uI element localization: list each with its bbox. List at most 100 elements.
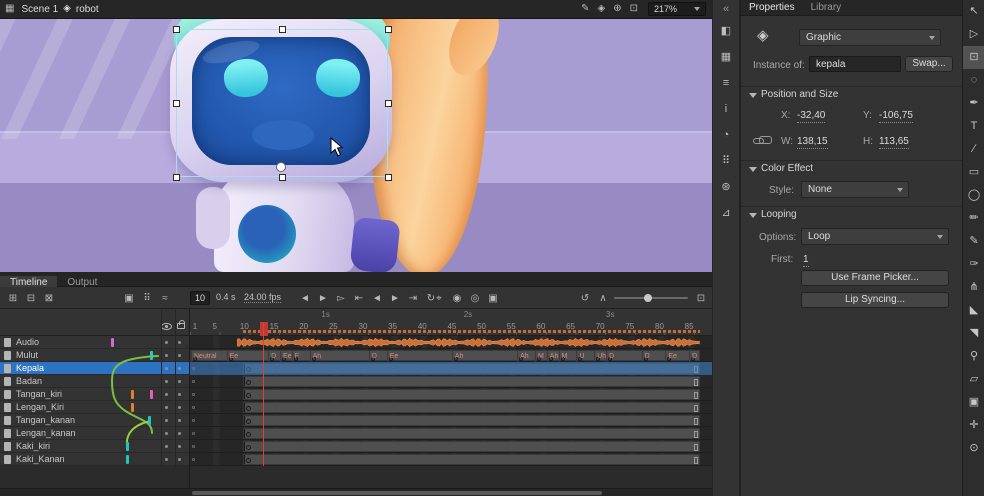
layer-lock-dot[interactable] (178, 367, 181, 370)
step-back-button[interactable]: ◄ (298, 293, 312, 304)
mouth-keyframe[interactable]: D (268, 351, 269, 362)
zoom-tool[interactable]: ⊙ (963, 437, 984, 460)
graph-view-icon[interactable]: ≈ (158, 293, 172, 304)
play-range-button[interactable]: ► (388, 293, 402, 304)
use-frame-picker-button[interactable]: Use Frame Picker... (801, 270, 949, 286)
mouth-keyframe[interactable]: D (606, 351, 607, 362)
playhead-head[interactable] (260, 322, 268, 336)
mouth-keyframe[interactable]: Ee (280, 351, 281, 362)
layer-track-tangan_kiri[interactable] (190, 388, 712, 401)
transform-handle-e[interactable] (385, 100, 392, 107)
eyedropper-tool[interactable]: ⚲ (963, 345, 984, 368)
scene-clapper-icon[interactable]: ▦ (5, 0, 14, 18)
camera-toggle-icon[interactable]: ▣ (122, 293, 136, 304)
swap-button[interactable]: Swap... (905, 56, 953, 72)
mouth-keyframe[interactable]: D (642, 351, 643, 362)
layer-track-kaki_kanan[interactable] (190, 453, 712, 466)
lip-syncing-button[interactable]: Lip Syncing... (801, 292, 949, 308)
position-size-section-header[interactable]: Position and Size (741, 86, 962, 102)
oval-tool[interactable]: ◯ (963, 184, 984, 207)
fit-frames-button[interactable]: ⊡ (694, 293, 708, 304)
align-panel-icon[interactable]: ≡ (716, 73, 736, 93)
edit-symbols-icon[interactable]: ◈ (598, 0, 606, 18)
line-tool[interactable]: ∕ (963, 138, 984, 161)
mouth-keyframe[interactable]: Ee (665, 351, 666, 362)
layer-track-lengan_kiri[interactable] (190, 401, 712, 414)
mouth-keyframe[interactable]: U (576, 351, 577, 362)
new-layer-button[interactable]: ⊞ (6, 293, 20, 304)
zoom-out-button[interactable]: ∧ (596, 293, 610, 304)
mouth-keyframe[interactable]: Ah (547, 351, 548, 362)
current-frame-box[interactable]: 10 (190, 291, 210, 305)
mouth-keyframe[interactable]: D (689, 351, 690, 362)
layer-visibility-dot[interactable] (165, 380, 168, 383)
w-value[interactable]: 138,15 (797, 136, 828, 149)
layer-visibility-dot[interactable] (165, 406, 168, 409)
stats-panel-icon[interactable]: ⊿ (716, 203, 736, 223)
mouth-keyframe[interactable]: Ah (452, 351, 453, 362)
layer-track-mulut[interactable]: NeutralEeDEeFAhDEeAhAhMAhMUUhDDEeD (190, 349, 712, 362)
text-tool[interactable]: T (963, 115, 984, 138)
timeline-frames-area[interactable]: 1s2s3s1510152025303540455055606570758085… (190, 309, 712, 466)
zoom-slider-thumb[interactable] (644, 294, 652, 302)
layer-lock-dot[interactable] (178, 419, 181, 422)
mouth-keyframe[interactable]: F (292, 351, 293, 362)
layer-visibility-dot[interactable] (165, 432, 168, 435)
timeline-ruler[interactable]: 1s2s3s1510152025303540455055606570758085 (190, 309, 712, 336)
layer-lock-dot[interactable] (178, 406, 181, 409)
onion-outline-button[interactable]: ◎ (468, 293, 482, 304)
zoom-select[interactable]: 217% (648, 2, 706, 16)
eye-column-icon[interactable] (161, 323, 172, 330)
free-transform-tool[interactable]: ⊡ (963, 46, 984, 69)
rectangle-tool[interactable]: ▭ (963, 161, 984, 184)
edit-multiple-frames-button[interactable]: ▣ (486, 293, 500, 304)
transform-point[interactable] (276, 162, 286, 172)
tab-properties[interactable]: Properties (741, 0, 803, 16)
new-folder-button[interactable]: ⊟ (24, 293, 38, 304)
brush-tool[interactable]: ✎ (963, 230, 984, 253)
playhead[interactable] (263, 322, 264, 466)
mouth-keyframe[interactable]: Ee (227, 351, 228, 362)
reset-timeline-zoom-button[interactable]: ↺ (578, 293, 592, 304)
timeline-zoom-slider[interactable] (614, 297, 688, 299)
stage-canvas[interactable] (0, 19, 712, 272)
transform-handle-s[interactable] (279, 174, 286, 181)
layer-lock-dot[interactable] (178, 445, 181, 448)
collapse-panels-icon[interactable]: « (716, 3, 736, 15)
layer-track-kaki_kiri[interactable] (190, 440, 712, 453)
world-panel-icon[interactable]: ⊛ (716, 177, 736, 197)
x-value[interactable]: -32,40 (797, 110, 825, 123)
constrain-link-icon[interactable] (753, 138, 764, 144)
mouth-keyframe[interactable]: D (369, 351, 370, 362)
mouth-keyframe[interactable]: Uh (594, 351, 595, 362)
symbol-breadcrumb[interactable]: robot (76, 4, 99, 15)
loop-options-select[interactable]: Loop (801, 228, 949, 245)
layer-track-lengan_kanan[interactable] (190, 427, 712, 440)
layer-visibility-dot[interactable] (165, 354, 168, 357)
looping-section-header[interactable]: Looping (741, 206, 962, 222)
parenting-view-icon[interactable]: ⠿ (140, 293, 154, 304)
snippets-panel-icon[interactable]: ⠿ (716, 151, 736, 171)
scrollbar-thumb[interactable] (192, 491, 602, 495)
go-last-frame-button[interactable]: ⇥ (406, 293, 420, 304)
layer-track-kepala[interactable] (190, 362, 712, 375)
subselection-tool[interactable]: ▷ (963, 23, 984, 46)
lock-column-icon[interactable] (177, 323, 185, 329)
transform-handle-sw[interactable] (173, 174, 180, 181)
onion-skin-button[interactable]: ◉ (450, 293, 464, 304)
transform-handle-ne[interactable] (385, 26, 392, 33)
eraser-tool[interactable]: ▱ (963, 368, 984, 391)
brushes-panel-icon[interactable]: ◧ (716, 21, 736, 41)
layer-track-audio[interactable] (190, 336, 712, 349)
layer-visibility-dot[interactable] (165, 419, 168, 422)
transform-handle-w[interactable] (173, 100, 180, 107)
transform-handle-n[interactable] (279, 26, 286, 33)
layer-visibility-dot[interactable] (165, 367, 168, 370)
center-frame-icon[interactable]: ⊕ (613, 0, 621, 18)
mouth-keyframe[interactable]: Ah (517, 351, 518, 362)
mouth-keyframe[interactable]: M (535, 351, 536, 362)
frame-rate[interactable]: 24.00 fps (244, 292, 281, 303)
paint-brush-tool[interactable]: ✑ (963, 253, 984, 276)
layer-lock-dot[interactable] (178, 380, 181, 383)
layer-visibility-dot[interactable] (165, 445, 168, 448)
